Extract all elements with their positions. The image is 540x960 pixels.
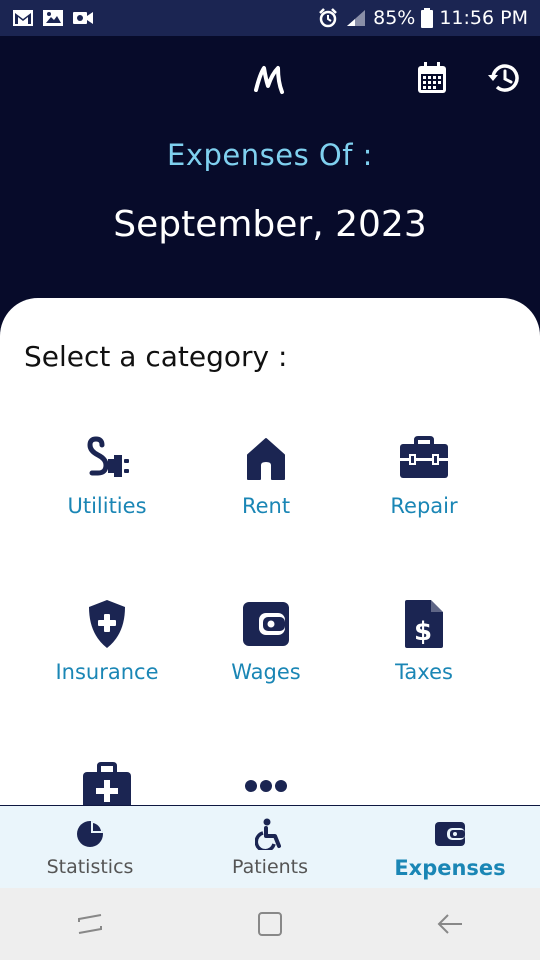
gallery-icon	[43, 10, 63, 26]
sheet-title: Select a category :	[24, 340, 288, 373]
dollar-document-icon: $	[394, 594, 454, 654]
signal-icon	[347, 10, 366, 26]
category-taxes[interactable]: $ Taxes	[339, 594, 509, 684]
calendar-icon	[418, 62, 446, 93]
video-icon	[73, 12, 93, 24]
back-button[interactable]	[430, 904, 470, 944]
system-navigation-bar	[0, 888, 540, 960]
battery-percent: 85%	[373, 7, 416, 29]
back-arrow-icon	[437, 914, 462, 934]
header: Expenses Of : September, 2023	[0, 36, 540, 326]
shield-plus-icon	[77, 594, 137, 654]
category-insurance[interactable]: Insurance	[22, 594, 192, 684]
category-rent[interactable]: Rent	[181, 428, 351, 518]
nav-statistics[interactable]: Statistics	[0, 806, 180, 888]
recent-apps-icon	[78, 914, 102, 934]
history-icon	[488, 64, 519, 92]
clock: 11:56 PM	[439, 7, 528, 29]
category-medical[interactable]	[22, 756, 192, 805]
app-logo-icon	[254, 66, 284, 94]
pie-chart-icon	[74, 818, 106, 850]
plug-icon	[77, 428, 137, 488]
svg-text:$: $	[414, 617, 432, 647]
more-dots-icon	[236, 756, 296, 805]
home-icon	[258, 912, 282, 936]
category-label: Rent	[241, 494, 291, 518]
home-button[interactable]	[250, 904, 290, 944]
category-label: Repair	[390, 494, 458, 518]
category-label: Wages	[231, 660, 301, 684]
nav-patients[interactable]: Patients	[180, 806, 360, 888]
category-sheet: Select a category : Utilities Rent Repai…	[0, 298, 540, 807]
history-button[interactable]	[486, 60, 522, 96]
wheelchair-icon	[254, 818, 286, 850]
alarm-icon	[319, 8, 337, 28]
wallet-icon	[434, 818, 466, 850]
category-repair[interactable]: Repair	[339, 428, 509, 518]
medical-kit-icon	[77, 756, 137, 805]
bottom-navigation: Statistics Patients Expenses	[0, 806, 540, 888]
system-status: 85% 11:56 PM	[317, 7, 528, 29]
category-label: Utilities	[67, 494, 147, 518]
nav-label: Patients	[231, 856, 309, 878]
wallet-icon	[236, 594, 296, 654]
calendar-button[interactable]	[414, 60, 450, 96]
category-label: Insurance	[55, 660, 159, 684]
selected-month[interactable]: September, 2023	[0, 204, 540, 245]
expenses-of-label: Expenses Of :	[167, 138, 373, 172]
nav-expenses[interactable]: Expenses	[360, 806, 540, 888]
recent-apps-button[interactable]	[70, 904, 110, 944]
category-utilities[interactable]: Utilities	[22, 428, 192, 518]
battery-icon	[421, 8, 434, 28]
nav-label: Statistics	[46, 856, 134, 878]
gmail-icon	[13, 10, 33, 26]
notification-icons	[12, 9, 94, 27]
toolbox-icon	[394, 428, 454, 488]
category-more[interactable]	[181, 756, 351, 805]
nav-label: Expenses	[394, 856, 506, 880]
category-wages[interactable]: Wages	[181, 594, 351, 684]
status-bar: 85% 11:56 PM	[0, 0, 540, 36]
category-label: Taxes	[395, 660, 453, 684]
house-icon	[236, 428, 296, 488]
